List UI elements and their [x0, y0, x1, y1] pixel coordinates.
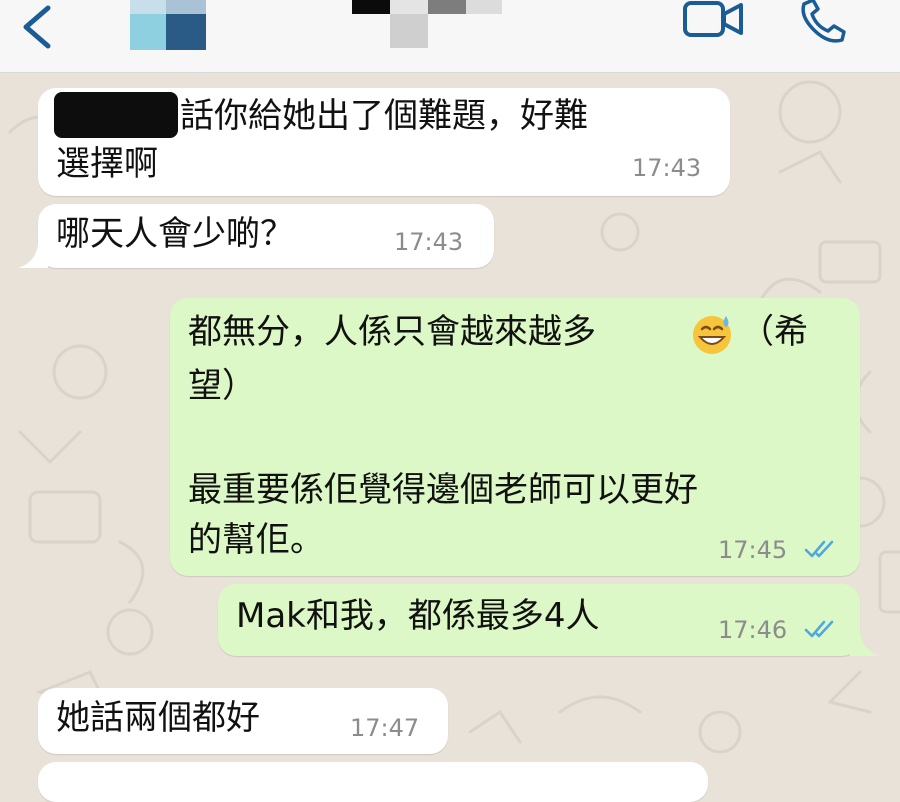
- message-text: 都無分，人係只會越來越多: [188, 312, 596, 352]
- message-bubble-incoming[interactable]: 話你給她出了個難題，好難 選擇啊 17:43: [38, 88, 730, 196]
- bubble-tail: [850, 632, 880, 656]
- message-time: 17:43: [632, 154, 702, 182]
- bubble-tail: [18, 244, 48, 268]
- message-text: 的幫佢。: [188, 520, 324, 560]
- message-bubble-incoming[interactable]: 她話兩個都好 17:47: [38, 688, 448, 754]
- message-text: （希: [740, 312, 808, 352]
- message-time: 17:43: [394, 228, 464, 256]
- message-text: 望）: [188, 366, 256, 406]
- message-time: 17:47: [350, 714, 420, 742]
- message-text: 哪天人會少啲？: [56, 214, 294, 254]
- read-receipt-icon: [804, 540, 834, 558]
- message-bubble-incoming[interactable]: 哪天人會少啲？ 17:43: [38, 204, 494, 268]
- avatar[interactable]: [130, 0, 206, 50]
- read-receipt-icon: [804, 620, 834, 638]
- message-text: 選擇啊: [56, 144, 158, 184]
- message-text: 她話兩個都好: [56, 698, 260, 738]
- message-bubble-outgoing[interactable]: Mak和我，都係最多4人 17:46: [218, 584, 860, 656]
- phone-icon[interactable]: [800, 0, 858, 44]
- redacted-name-block: [54, 92, 178, 138]
- chat-header: [0, 0, 900, 73]
- message-text: 最重要係佢覺得邊個老師可以更好: [188, 470, 698, 510]
- message-bubble-outgoing[interactable]: 都無分，人係只會越來越多 （希 望） 最重要係佢覺得邊個老師可以更好 的幫佢。 …: [170, 298, 860, 576]
- sweat-smile-emoji: [693, 316, 731, 354]
- message-bubble-incoming-partial[interactable]: [38, 762, 708, 802]
- chevron-left-icon[interactable]: [12, 2, 62, 52]
- message-time: 17:46: [718, 616, 788, 644]
- message-time: 17:45: [718, 536, 788, 564]
- video-call-icon[interactable]: [682, 0, 744, 40]
- message-text: Mak和我，都係最多4人: [236, 596, 600, 636]
- contact-name-redacted[interactable]: [352, 0, 502, 52]
- message-text: 話你給她出了個難題，好難: [180, 96, 588, 136]
